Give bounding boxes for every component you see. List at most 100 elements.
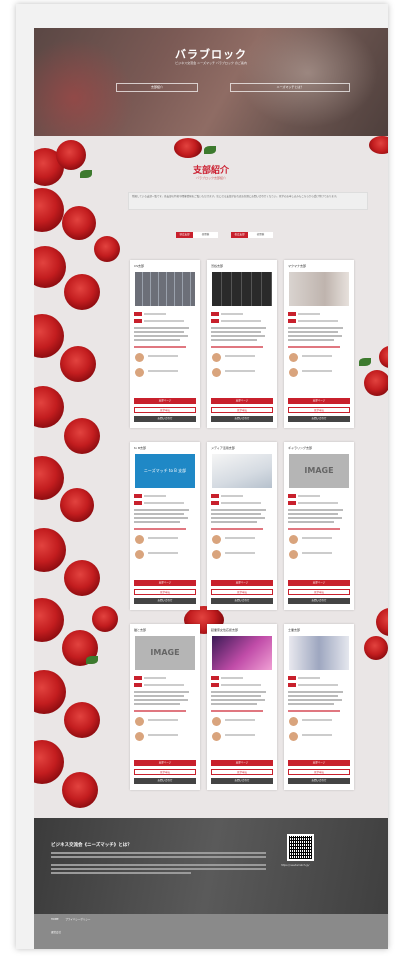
chapter-page-button[interactable]: 支部ページ [134, 398, 196, 404]
visit-request-button[interactable]: 見学申込 [211, 769, 273, 775]
rose-background-section: 支部紹介 バラブロック支部紹介 所属している支部一覧です。各支部の特色や開催情報… [34, 136, 388, 818]
avatar [212, 732, 221, 741]
text-line [302, 355, 332, 357]
highlight-text-line [288, 346, 340, 348]
text-line [211, 335, 265, 337]
text-line [221, 684, 261, 686]
visit-request-button[interactable]: 見学申込 [288, 407, 350, 413]
text-line [211, 521, 257, 523]
chapter-page-button[interactable]: 支部ページ [288, 398, 350, 404]
contact-button[interactable]: お問い合わせ [134, 598, 196, 604]
contact-button[interactable]: お問い合わせ [288, 598, 350, 604]
chapter-card[interactable]: 猫と支部 IMAGE 支部ページ 見学申込 お問い合わせ [130, 624, 200, 790]
leaf-decoration [359, 358, 371, 366]
chapter-page-button[interactable]: 支部ページ [211, 398, 273, 404]
site-url-link[interactable]: https://needsmatch.jp/ [281, 864, 309, 867]
contact-button[interactable]: お問い合わせ [211, 778, 273, 784]
text-line [288, 335, 342, 337]
rose-decoration [64, 560, 100, 596]
chapter-name: 士業支部 [288, 628, 301, 632]
chapter-card[interactable]: 士業支部 支部ページ見学申込お問い合わせ [284, 624, 354, 790]
date-tag [134, 683, 142, 687]
text-line [211, 331, 261, 333]
rose-decoration [64, 702, 100, 738]
text-line [211, 695, 261, 697]
rose-decoration [64, 418, 100, 454]
text-line [148, 719, 178, 721]
date-tag [288, 501, 296, 505]
visit-request-button[interactable]: 見学申込 [134, 589, 196, 595]
chapter-card[interactable]: ギャラリング支部 IMAGE 支部ページ 見学申込 お問い合わせ [284, 442, 354, 610]
visit-request-button[interactable]: 見学申込 [134, 407, 196, 413]
text-line [211, 513, 261, 515]
meeting-type-tag [288, 312, 296, 316]
contact-button[interactable]: お問い合わせ [288, 778, 350, 784]
text-line [134, 691, 189, 693]
chapter-chart-photo [212, 454, 272, 488]
chapter-photo-grid [135, 272, 195, 306]
visit-request-button[interactable]: 見学申込 [211, 407, 273, 413]
text-line [298, 320, 338, 322]
text-line [144, 677, 166, 679]
visit-request-button[interactable]: 見学申込 [288, 589, 350, 595]
highlight-text-line [288, 528, 340, 530]
chapter-page-button[interactable]: 支部ページ [134, 580, 196, 586]
text-line [211, 699, 265, 701]
text-line [144, 313, 166, 315]
chapter-page-button[interactable]: 支部ページ [211, 580, 273, 586]
chapter-page-button[interactable]: 支部ページ [288, 760, 350, 766]
text-line [225, 355, 255, 357]
intro-text: 所属している支部一覧です。各支部の特色や開催情報をご覧いただけます。気になる支部… [128, 192, 368, 210]
chapter-banner: ニーズマッチ to B 支部 [135, 454, 195, 488]
chapter-name: CS支部 [134, 264, 144, 268]
text-line [302, 719, 332, 721]
hero-button-chapters[interactable]: 支部紹介 [116, 83, 198, 92]
avatar [135, 550, 144, 559]
text-line [298, 677, 320, 679]
footer-link-privacy[interactable]: プライバシーポリシー [65, 918, 90, 921]
text-line [134, 699, 188, 701]
chapter-name: ギャラリング支部 [288, 446, 313, 450]
footer-link-home[interactable]: HOME [51, 918, 59, 921]
chapter-name: 渋谷支部 [211, 264, 224, 268]
chapter-card[interactable]: to B支部 ニーズマッチ to B 支部 支部ページ 見学申込 お問い合わせ [130, 442, 200, 610]
contact-button[interactable]: お問い合わせ [134, 416, 196, 422]
text-line [134, 509, 189, 511]
hero-button-about[interactable]: ニーズマッチとは？ [230, 83, 350, 92]
contact-button[interactable]: お問い合わせ [211, 598, 273, 604]
chapter-card[interactable]: 渋谷支部 支部ページ見学申込お問い合わせ [207, 260, 277, 428]
text-line [221, 677, 243, 679]
visit-request-button[interactable]: 見学申込 [288, 769, 350, 775]
text-line [298, 684, 338, 686]
meeting-type-tag [211, 494, 219, 498]
chapter-pink-photo [212, 636, 272, 670]
chapter-card[interactable]: マクマナ支部 支部ページ 見学申込 お問い合わせ [284, 260, 354, 428]
text-line [298, 495, 320, 497]
chapter-name: 猫と支部 [134, 628, 147, 632]
chapter-page-button[interactable]: 支部ページ [211, 760, 273, 766]
text-line [221, 502, 261, 504]
chapter-card[interactable]: 起業家女性応援支部 支部ページ 見学申込 お問い合わせ [207, 624, 277, 790]
section-title: 支部紹介 [192, 166, 229, 176]
chapter-card[interactable]: CS支部 支部ページ見学申込お問い合わせ [130, 260, 200, 428]
contact-button[interactable]: お問い合わせ [288, 416, 350, 422]
chapter-page-button[interactable]: 支部ページ [134, 760, 196, 766]
visit-request-button[interactable]: 見学申込 [134, 769, 196, 775]
rose-decoration [34, 528, 66, 572]
text-line [144, 502, 184, 504]
text-line [134, 335, 188, 337]
contact-button[interactable]: お問い合わせ [134, 778, 196, 784]
text-line [225, 734, 255, 736]
visit-request-button[interactable]: 見学申込 [211, 589, 273, 595]
text-line [225, 370, 255, 372]
about-title: ビジネス交流会《ニーズマッチ》とは？ [51, 843, 132, 848]
rose-decoration [62, 772, 98, 808]
avatar [289, 353, 298, 362]
contact-button[interactable]: お問い合わせ [211, 416, 273, 422]
text-line [298, 313, 320, 315]
highlight-text-line [134, 528, 186, 530]
text-line [288, 517, 342, 519]
text-line [288, 691, 343, 693]
chapter-page-button[interactable]: 支部ページ [288, 580, 350, 586]
chapter-card[interactable]: メディア活用支部 支部ページ 見学申込 お問い合わせ [207, 442, 277, 610]
